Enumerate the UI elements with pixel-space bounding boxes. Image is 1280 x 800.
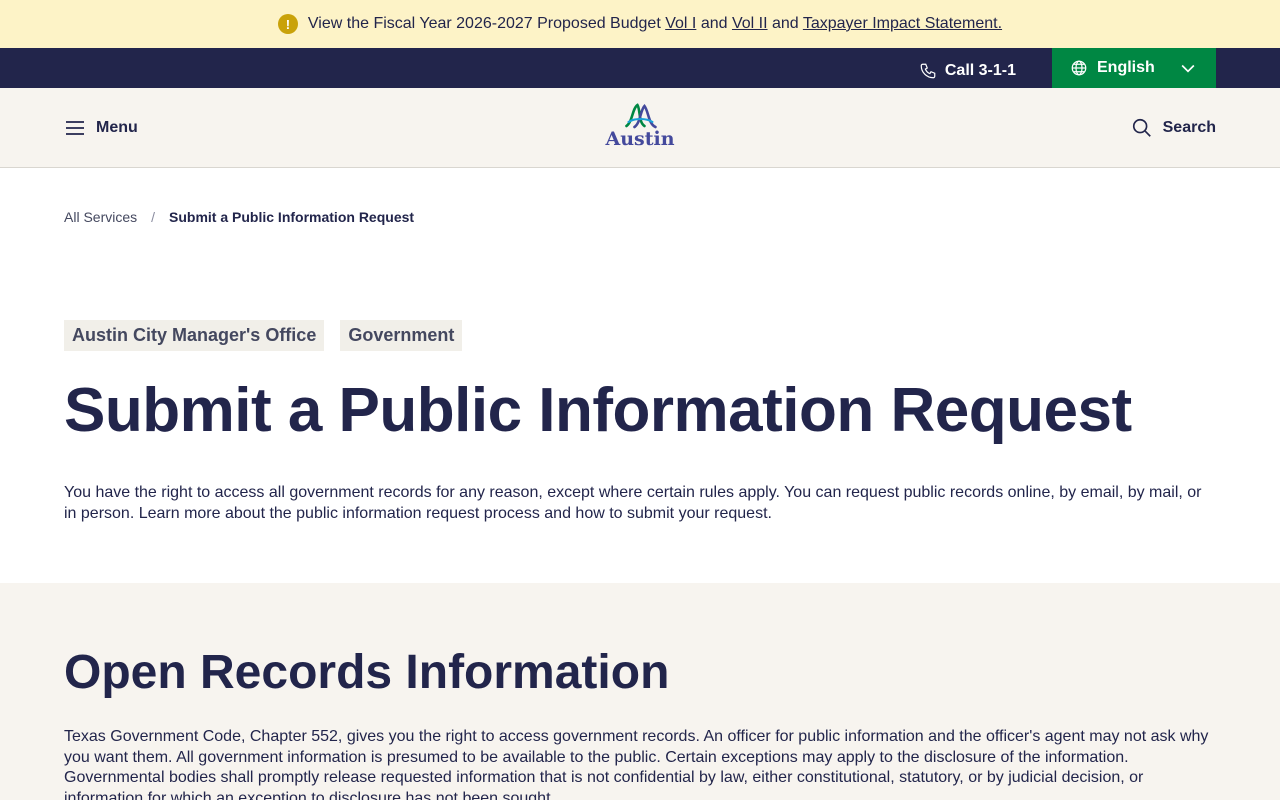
austin-logo[interactable]: Austin [605,102,675,150]
alert-text: View the Fiscal Year 2026-2027 Proposed … [307,15,1003,32]
menu-button[interactable]: Menu [64,119,138,137]
search-icon [1132,118,1151,137]
logo-text: Austin [605,128,675,150]
phone-icon [920,63,936,79]
search-label: Search [1162,118,1216,136]
budget-vol-1-link[interactable]: Vol I [665,15,696,32]
breadcrumb-current: Submit a Public Information Request [169,208,415,225]
hero-section: Austin City Manager's Office Government … [0,228,1280,583]
tag-city-managers-office[interactable]: Austin City Manager's Office [64,320,325,351]
breadcrumb-separator: / [151,208,156,225]
section-body: Texas Government Code, Chapter 552, give… [64,728,1209,800]
breadcrumb-all-services-link[interactable]: All Services [64,209,137,225]
hamburger-icon [66,120,84,135]
alert-banner: ! View the Fiscal Year 2026-2027 Propose… [0,0,1280,48]
utility-bar: Call 3-1-1 English [0,48,1280,88]
intro-text: You have the right to access all governm… [64,484,1202,522]
menu-label: Menu [96,118,138,136]
language-label: English [1097,59,1155,76]
taxpayer-impact-link[interactable]: Taxpayer Impact Statement. [803,15,1002,32]
breadcrumb: All Services / Submit a Public Informati… [0,168,1280,228]
tag-government[interactable]: Government [340,320,463,351]
call-311-link[interactable]: Call 3-1-1 [883,48,1052,88]
tag-list: Austin City Manager's Office Government [64,320,1216,351]
exclamation-icon: ! [277,14,298,34]
page-title: Submit a Public Information Request [64,376,1132,445]
search-button[interactable]: Search [1131,117,1216,139]
budget-vol-2-link[interactable]: Vol II [732,15,768,32]
site-header: Menu Austin Search [0,88,1280,168]
section-heading: Open Records Information [64,646,670,699]
globe-icon [1071,60,1087,76]
austin-logo-mark-icon [624,103,657,129]
language-selector[interactable]: English [1052,48,1216,88]
chevron-down-icon [1181,64,1195,73]
call-label: Call 3-1-1 [944,62,1016,79]
open-records-section: Open Records Information Texas Governmen… [0,583,1280,800]
